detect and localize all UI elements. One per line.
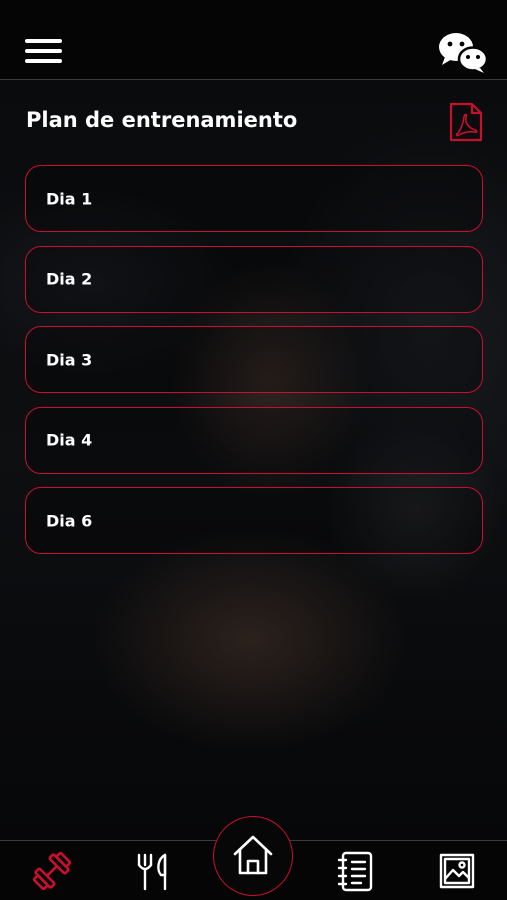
day-item-label: Dia 4 (46, 430, 93, 450)
nav-gallery-button[interactable] (438, 849, 476, 893)
dumbbell-icon (32, 851, 72, 891)
training-day-list: Dia 1 Dia 2 Dia 3 Dia 4 Dia 6 (25, 165, 483, 568)
day-item-2[interactable]: Dia 2 (25, 245, 483, 313)
nav-notes-button[interactable] (337, 849, 375, 893)
day-item-label: Dia 3 (46, 350, 93, 369)
hamburger-menu-icon[interactable] (25, 39, 62, 65)
day-item-label: Dia 2 (46, 269, 93, 289)
nav-nutrition-button[interactable] (135, 849, 171, 893)
day-item-label: Dia 1 (46, 189, 93, 208)
day-item-6[interactable]: Dia 6 (25, 487, 483, 554)
fork-knife-icon (137, 853, 167, 891)
wechat-icon[interactable] (437, 30, 489, 74)
day-item-3[interactable]: Dia 3 (25, 326, 483, 393)
day-item-4[interactable]: Dia 4 (25, 406, 483, 474)
home-icon (233, 835, 273, 875)
notebook-icon (337, 851, 373, 892)
nav-home-button[interactable] (213, 816, 293, 896)
nav-training-button[interactable] (30, 849, 74, 893)
page-title: Plan de entrenamiento (26, 108, 298, 132)
pdf-file-icon[interactable] (449, 102, 483, 142)
app-header (0, 0, 507, 80)
day-item-label: Dia 6 (46, 511, 93, 530)
day-item-1[interactable]: Dia 1 (25, 165, 483, 232)
gallery-icon (439, 853, 475, 889)
